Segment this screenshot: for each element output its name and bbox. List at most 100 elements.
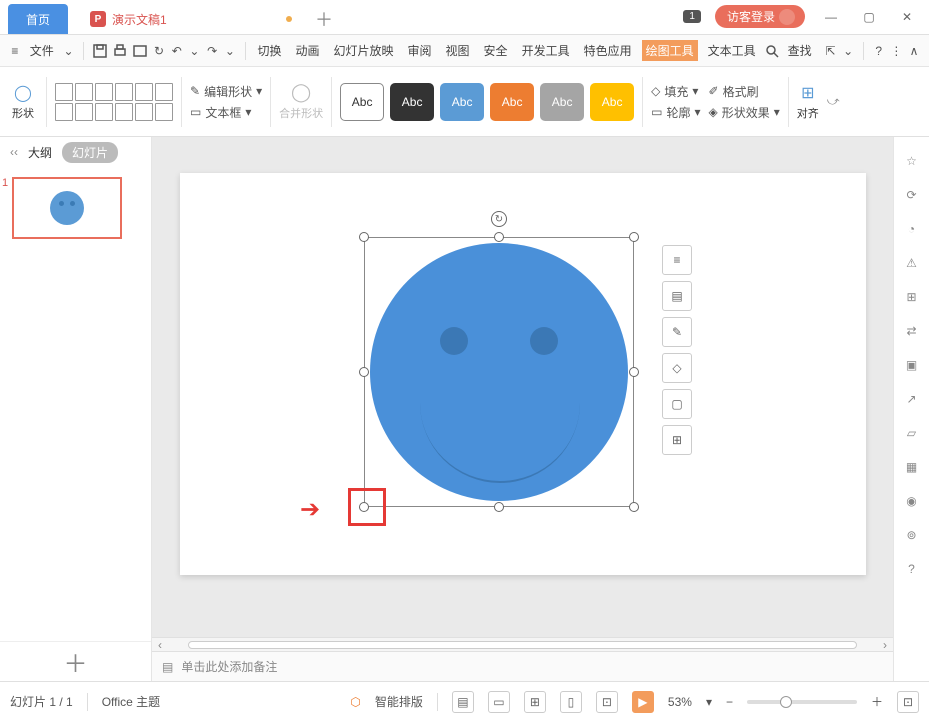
side-tool-5[interactable]: ⇄ — [902, 321, 922, 341]
tab-text-tools[interactable]: 文本工具 — [704, 40, 760, 61]
close-button[interactable]: ✕ — [895, 5, 919, 29]
add-slide-button[interactable]: ＋ — [0, 641, 151, 681]
chevron-down-icon[interactable]: ⌄ — [62, 42, 76, 60]
shape-style-4[interactable]: Abc — [540, 83, 584, 121]
side-tool-6[interactable]: ▣ — [902, 355, 922, 375]
refresh-icon[interactable]: ↻ — [152, 42, 166, 60]
context-tool-0[interactable]: ≡ — [662, 245, 692, 275]
fit-button[interactable]: ⊡ — [897, 691, 919, 713]
print-icon[interactable] — [112, 42, 128, 60]
outline-tab[interactable]: 大纲 — [28, 144, 52, 161]
rotate-handle[interactable]: ↻ — [491, 211, 507, 227]
normal-view-button[interactable]: ▭ — [488, 691, 510, 713]
file-menu[interactable]: 文件 — [26, 40, 58, 61]
slideshow-view-button[interactable]: ⊡ — [596, 691, 618, 713]
side-tool-7[interactable]: ↗ — [902, 389, 922, 409]
minimize-button[interactable]: — — [819, 5, 843, 29]
tab-document[interactable]: P 演示文稿1 — [72, 4, 302, 34]
tab-anim[interactable]: 动画 — [291, 40, 323, 61]
tab-view[interactable]: 视图 — [442, 40, 474, 61]
selected-shape[interactable]: ↻ ≡▤✎◇▢⊞ — [364, 237, 634, 507]
collapse-ribbon-icon[interactable]: ⌄ — [841, 42, 855, 60]
resize-handle-tr[interactable] — [629, 232, 639, 242]
slide-editor[interactable]: ↻ ≡▤✎◇▢⊞ ➔ — [152, 137, 893, 681]
textbox-button[interactable]: ▭文本框▾ — [190, 104, 262, 121]
shape-dropdown[interactable]: ◯ 形状 — [8, 83, 38, 121]
search-label[interactable]: 查找 — [784, 40, 816, 61]
context-tool-5[interactable]: ⊞ — [662, 425, 692, 455]
hamburger-icon[interactable]: ≡ — [8, 42, 22, 60]
shape-style-2[interactable]: Abc — [440, 83, 484, 121]
tab-special[interactable]: 特色应用 — [580, 40, 636, 61]
resize-handle-mr[interactable] — [629, 367, 639, 377]
redo-icon[interactable]: ↷ — [205, 42, 219, 60]
side-tool-0[interactable]: ☆ — [902, 151, 922, 171]
shape-gallery[interactable] — [55, 83, 173, 121]
side-tool-12[interactable]: ? — [902, 559, 922, 579]
collapse-panel-icon[interactable]: ‹‹ — [10, 145, 18, 159]
help-icon[interactable]: ? — [872, 42, 886, 60]
maximize-button[interactable]: ▢ — [857, 5, 881, 29]
format-painter-button[interactable]: ✐格式刷 — [709, 83, 780, 100]
slide-canvas[interactable]: ↻ ≡▤✎◇▢⊞ ➔ — [180, 173, 866, 575]
smiley-shape[interactable] — [370, 243, 628, 501]
search-icon[interactable] — [764, 42, 780, 60]
tab-devtools[interactable]: 开发工具 — [518, 40, 574, 61]
slide-thumbnail[interactable]: 1 — [12, 177, 139, 239]
tab-drawing-tools[interactable]: 绘图工具 — [642, 40, 698, 61]
context-tool-1[interactable]: ▤ — [662, 281, 692, 311]
fill-button[interactable]: ◇填充▾ — [651, 83, 700, 100]
context-tool-2[interactable]: ✎ — [662, 317, 692, 347]
side-tool-11[interactable]: ⊚ — [902, 525, 922, 545]
scroll-left-icon[interactable]: ‹ — [152, 638, 168, 652]
resize-handle-tl[interactable] — [359, 232, 369, 242]
context-tool-3[interactable]: ◇ — [662, 353, 692, 383]
zoom-knob[interactable] — [780, 696, 792, 708]
more-icon[interactable]: ⋮ — [890, 42, 904, 60]
edit-shape-button[interactable]: ✎编辑形状▾ — [190, 83, 262, 100]
shape-effects-button[interactable]: ◈形状效果▾ — [709, 104, 780, 121]
tab-slideshow[interactable]: 幻灯片放映 — [330, 40, 398, 61]
smart-layout-icon[interactable]: ⬡ — [350, 695, 360, 709]
shape-style-1[interactable]: Abc — [390, 83, 434, 121]
shape-style-5[interactable]: Abc — [590, 83, 634, 121]
shape-style-0[interactable]: Abc — [340, 83, 384, 121]
side-tool-2[interactable]: ◔ — [902, 219, 922, 239]
notes-pane[interactable]: ▤ 单击此处添加备注 — [152, 651, 893, 681]
zoom-in-button[interactable]: ＋ — [871, 693, 883, 710]
tab-review[interactable]: 审阅 — [404, 40, 436, 61]
resize-handle-tc[interactable] — [494, 232, 504, 242]
reading-view-button[interactable]: ▯ — [560, 691, 582, 713]
zoom-out-button[interactable]: − — [726, 695, 733, 709]
side-tool-1[interactable]: ⟳ — [902, 185, 922, 205]
chevron-down-icon[interactable]: ⌄ — [223, 42, 237, 60]
resize-handle-ml[interactable] — [359, 367, 369, 377]
side-tool-4[interactable]: ⊞ — [902, 287, 922, 307]
sorter-view-button[interactable]: ⊞ — [524, 691, 546, 713]
horizontal-scrollbar[interactable]: ‹ › — [152, 637, 893, 651]
resize-handle-bc[interactable] — [494, 502, 504, 512]
shape-style-3[interactable]: Abc — [490, 83, 534, 121]
side-tool-3[interactable]: ⚠ — [902, 253, 922, 273]
context-tool-4[interactable]: ▢ — [662, 389, 692, 419]
side-tool-9[interactable]: ▦ — [902, 457, 922, 477]
tab-switch[interactable]: 切换 — [253, 40, 285, 61]
outline-button[interactable]: ▭轮廓▾ — [651, 104, 700, 121]
zoom-slider[interactable] — [747, 700, 857, 704]
notes-view-button[interactable]: ▤ — [452, 691, 474, 713]
side-tool-8[interactable]: ▱ — [902, 423, 922, 443]
side-tool-10[interactable]: ◉ — [902, 491, 922, 511]
resize-handle-br[interactable] — [629, 502, 639, 512]
notif-badge[interactable]: 1 — [683, 10, 701, 23]
slides-tab[interactable]: 幻灯片 — [62, 142, 118, 163]
undo-icon[interactable]: ↶ — [170, 42, 184, 60]
login-button[interactable]: 访客登录 — [715, 5, 805, 28]
print-preview-icon[interactable] — [132, 42, 148, 60]
share-icon[interactable]: ⇱ — [824, 42, 838, 60]
chevron-down-icon[interactable]: ⌄ — [188, 42, 202, 60]
zoom-value[interactable]: 53% — [668, 695, 692, 709]
more-ribbon-icon[interactable]: ⤻ — [827, 94, 840, 109]
save-icon[interactable] — [92, 42, 108, 60]
new-tab-button[interactable]: ＋ — [306, 4, 342, 34]
tab-security[interactable]: 安全 — [480, 40, 512, 61]
